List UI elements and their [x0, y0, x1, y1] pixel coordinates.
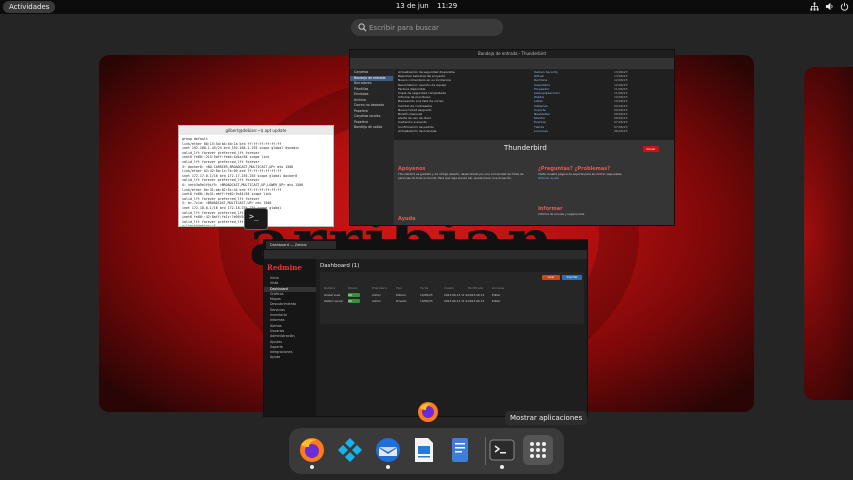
- firefox-window[interactable]: Dashboard — Zabbix Redmine Inicio Vista Da…: [263, 239, 588, 417]
- table-cell-status: OK: [348, 299, 360, 303]
- kodi-icon: [338, 438, 362, 462]
- tooltip: Mostrar aplicaciones: [505, 411, 588, 425]
- column-header[interactable]: Estado: [348, 286, 372, 290]
- page-heading: Dashboard (1): [320, 263, 360, 269]
- message-list: Actualización de seguridad disponible Deb…: [394, 70, 674, 140]
- tab-bar: Dashboard — Zabbix: [264, 240, 587, 250]
- top-bar: Actividades 13 de jun 11:29: [0, 0, 853, 14]
- table-row[interactable]: Zabbix server OK Admin Privado 13/06/23 2023-…: [320, 298, 584, 304]
- create-button[interactable]: Crear: [542, 275, 560, 280]
- folder-item[interactable]: Bandeja de salida: [350, 125, 393, 131]
- search-bar[interactable]: [351, 19, 503, 36]
- table-cell-owner: Admin: [372, 299, 381, 303]
- dashboard-table: Crear Importar Nombre Estado Propietario Ti…: [320, 272, 584, 324]
- welcome-pane: Thunderbird Donar Apóyenos Thunderbird e…: [394, 140, 674, 225]
- support-card: Apóyenos Thunderbird es gratuito y de có…: [398, 166, 534, 206]
- message-date: 06/06/23: [614, 128, 628, 133]
- import-button[interactable]: Importar: [562, 275, 582, 280]
- table-cell-type: Privado: [396, 299, 407, 303]
- volume-icon: [825, 2, 833, 11]
- donate-button[interactable]: Donar: [643, 146, 659, 152]
- running-indicator: [386, 465, 390, 469]
- firefox-window-icon: [418, 402, 438, 422]
- dashboard-content: Dashboard (1) Crear Importar Nombre Estad…: [316, 259, 587, 416]
- column-header[interactable]: Propietario: [372, 286, 396, 290]
- folder-pane: Carpetas Bandeja de entrada Borradores Plan…: [350, 70, 393, 225]
- dock-firefox[interactable]: [297, 435, 327, 469]
- table-cell-modified: 2023-06-13: [468, 299, 485, 303]
- dock-terminal[interactable]: [487, 435, 517, 469]
- gnome-overview: Actividades 13 de jun 11:29 arribian Ban…: [0, 0, 853, 480]
- dock-text-editor[interactable]: [445, 435, 475, 465]
- thunderbird-toolbar: [350, 58, 674, 70]
- text-editor-icon: [452, 438, 468, 462]
- libreoffice-writer-icon: [415, 438, 433, 462]
- url-bar[interactable]: [264, 250, 587, 259]
- sidebar-nav-item[interactable]: Ayuda: [264, 355, 316, 360]
- support-text: Thunderbird es gratuito y de código abie…: [398, 172, 524, 180]
- dock-writer[interactable]: [409, 435, 439, 465]
- thunderbird-icon: [376, 438, 400, 462]
- column-header[interactable]: Creado: [444, 286, 468, 290]
- message-subject: Actualización de licencias: [398, 128, 437, 133]
- table-cell-created: 2023-06-13 11:21: [444, 299, 468, 303]
- table-cell-status: OK: [348, 293, 360, 297]
- report-text: Informe de errores y sugerencias.: [538, 212, 586, 216]
- dash-dock: [289, 428, 564, 474]
- dock-separator: [485, 437, 486, 465]
- welcome-title: Thunderbird: [504, 144, 547, 152]
- running-indicator: [500, 465, 504, 469]
- table-cell-name[interactable]: Zabbix server: [324, 298, 348, 304]
- search-icon: [358, 23, 367, 32]
- terminal-app-icon: >_: [244, 208, 268, 230]
- dock-thunderbird[interactable]: [373, 435, 403, 469]
- browser-tab[interactable]: Dashboard — Zabbix: [266, 241, 336, 249]
- table-cell-actions[interactable]: Editar: [492, 298, 516, 304]
- dock-kodi[interactable]: [335, 435, 365, 465]
- clock[interactable]: 13 de jun 11:29: [0, 2, 853, 10]
- window-title: Bandeja de entrada - Thunderbird: [350, 50, 674, 58]
- window-title: gilbert@debian:~$ apt update: [179, 126, 333, 135]
- help-heading: Ayuda: [398, 216, 416, 222]
- search-input[interactable]: [369, 19, 499, 36]
- column-header[interactable]: Acciones: [492, 286, 516, 290]
- site-logo: Redmine: [267, 263, 302, 272]
- questions-link[interactable]: Obtener ayuda: [538, 176, 674, 180]
- show-apps-button[interactable]: [523, 435, 553, 465]
- clock-date: 13 de jun: [395, 2, 429, 10]
- running-indicator: [310, 465, 314, 469]
- column-header[interactable]: Modificado: [468, 286, 492, 290]
- column-header[interactable]: Fecha: [420, 286, 444, 290]
- table-cell-date: 13/06/23: [420, 299, 433, 303]
- network-icon: [810, 2, 819, 11]
- report-card: Informar Informe de errores y sugerencia…: [538, 206, 674, 225]
- app-grid-icon: [530, 442, 546, 458]
- system-tray[interactable]: [810, 2, 849, 11]
- firefox-icon: [300, 438, 324, 462]
- app-sidebar: Redmine Inicio Vista Dashboard Gráficos Mapa…: [264, 259, 316, 416]
- questions-card: ¿Preguntas? ¿Problemas? Visite nuestra p…: [538, 166, 674, 206]
- thunderbird-window[interactable]: Bandeja de entrada - Thunderbird Carpeta…: [349, 49, 675, 226]
- column-header[interactable]: Tipo: [396, 286, 420, 290]
- clock-time: 11:29: [436, 2, 458, 10]
- message-sender: Licencias: [534, 128, 548, 133]
- power-icon: [840, 2, 849, 11]
- next-workspace-thumbnail[interactable]: [804, 67, 853, 400]
- column-header[interactable]: Nombre: [324, 286, 348, 290]
- terminal-icon: [489, 439, 515, 461]
- message-row[interactable]: Actualización de licencias Licencias 06/06…: [394, 128, 674, 133]
